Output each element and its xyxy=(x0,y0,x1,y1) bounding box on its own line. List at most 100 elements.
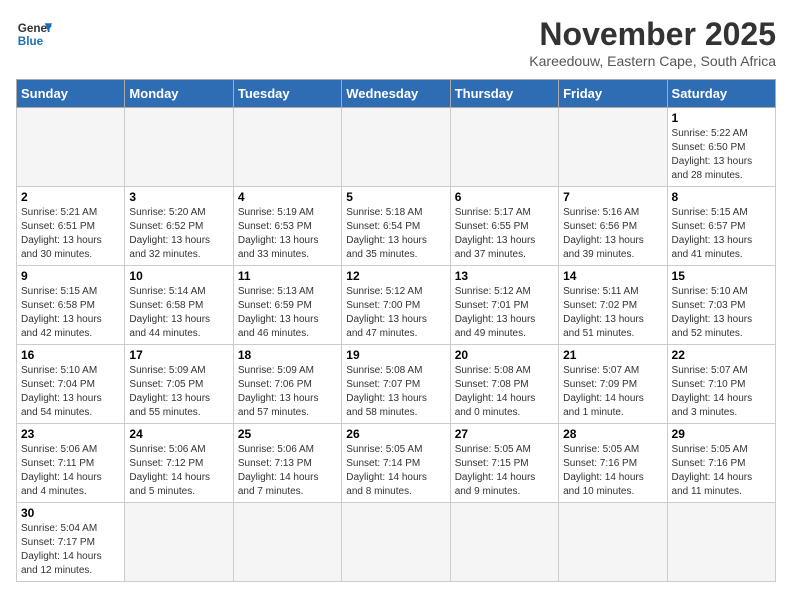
table-row: 8Sunrise: 5:15 AM Sunset: 6:57 PM Daylig… xyxy=(667,187,775,266)
table-row: 11 Sunrise: 5:13 AM Sunset: 6:59 PM Dayli… xyxy=(233,266,341,345)
day-number: 15 xyxy=(672,269,771,283)
logo-icon: General Blue xyxy=(16,16,52,52)
table-row: 22 Sunrise: 5:07 AM Sunset: 7:10 PM Dayli… xyxy=(667,345,775,424)
day-info: Sunrise: 5:08 AM Sunset: 7:08 PM Dayligh… xyxy=(455,364,554,420)
day-info: Sunrise: 5:05 AM Sunset: 7:16 PM Dayligh… xyxy=(672,443,771,499)
table-row xyxy=(559,503,667,582)
table-row: 3Sunrise: 5:20 AM Sunset: 6:52 PM Daylig… xyxy=(125,187,233,266)
day-info: Sunrise: 5:11 AM Sunset: 7:02 PM Dayligh… xyxy=(563,285,662,341)
day-info: Sunrise: 5:19 AM Sunset: 6:53 PM Dayligh… xyxy=(238,206,337,262)
day-info: Sunrise: 5:09 AM Sunset: 7:05 PM Dayligh… xyxy=(129,364,228,420)
day-number: 21 xyxy=(563,348,662,362)
day-info: Sunrise: 5:06 AM Sunset: 7:12 PM Dayligh… xyxy=(129,443,228,499)
table-row xyxy=(667,503,775,582)
day-info: Sunrise: 5:09 AM Sunset: 7:06 PM Dayligh… xyxy=(238,364,337,420)
day-info: Sunrise: 5:05 AM Sunset: 7:16 PM Dayligh… xyxy=(563,443,662,499)
day-info: Sunrise: 5:22 AM Sunset: 6:50 PM Dayligh… xyxy=(672,127,771,183)
day-number: 17 xyxy=(129,348,228,362)
table-row: 25 Sunrise: 5:06 AM Sunset: 7:13 PM Dayli… xyxy=(233,424,341,503)
table-row: 13 Sunrise: 5:12 AM Sunset: 7:01 PM Dayli… xyxy=(450,266,558,345)
day-number: 12 xyxy=(346,269,445,283)
day-info: Sunrise: 5:15 AM Sunset: 6:58 PM Dayligh… xyxy=(21,285,120,341)
day-info: Sunrise: 5:16 AM Sunset: 6:56 PM Dayligh… xyxy=(563,206,662,262)
calendar-row: 23 Sunrise: 5:06 AM Sunset: 7:11 PM Dayli… xyxy=(17,424,776,503)
day-number: 2 xyxy=(21,190,120,204)
header-wednesday: Wednesday xyxy=(342,80,450,108)
day-info: Sunrise: 5:10 AM Sunset: 7:04 PM Dayligh… xyxy=(21,364,120,420)
table-row: 6Sunrise: 5:17 AM Sunset: 6:55 PM Daylig… xyxy=(450,187,558,266)
day-number: 14 xyxy=(563,269,662,283)
table-row: 30 Sunrise: 5:04 AM Sunset: 7:17 PM Dayli… xyxy=(17,503,125,582)
day-info: Sunrise: 5:20 AM Sunset: 6:52 PM Dayligh… xyxy=(129,206,228,262)
day-number: 28 xyxy=(563,427,662,441)
day-number: 27 xyxy=(455,427,554,441)
table-row: 5 Sunrise: 5:18 AM Sunset: 6:54 PM Daylig… xyxy=(342,187,450,266)
header: General Blue November 2025 Kareedouw, Ea… xyxy=(16,16,776,69)
table-row xyxy=(17,108,125,187)
table-row: 28 Sunrise: 5:05 AM Sunset: 7:16 PM Dayli… xyxy=(559,424,667,503)
day-info: Sunrise: 5:07 AM Sunset: 7:10 PM Dayligh… xyxy=(672,364,771,420)
day-info: Sunrise: 5:05 AM Sunset: 7:14 PM Dayligh… xyxy=(346,443,445,499)
table-row: 15 Sunrise: 5:10 AM Sunset: 7:03 PM Dayli… xyxy=(667,266,775,345)
day-info: Sunrise: 5:06 AM Sunset: 7:13 PM Dayligh… xyxy=(238,443,337,499)
table-row: 29Sunrise: 5:05 AM Sunset: 7:16 PM Dayli… xyxy=(667,424,775,503)
table-row xyxy=(559,108,667,187)
day-info: Sunrise: 5:04 AM Sunset: 7:17 PM Dayligh… xyxy=(21,522,120,578)
day-number: 8 xyxy=(672,190,771,204)
day-number: 16 xyxy=(21,348,120,362)
table-row xyxy=(342,503,450,582)
table-row: 10Sunrise: 5:14 AM Sunset: 6:58 PM Dayli… xyxy=(125,266,233,345)
table-row: 7 Sunrise: 5:16 AM Sunset: 6:56 PM Daylig… xyxy=(559,187,667,266)
table-row: 24 Sunrise: 5:06 AM Sunset: 7:12 PM Dayli… xyxy=(125,424,233,503)
table-row xyxy=(450,108,558,187)
table-row: 21 Sunrise: 5:07 AM Sunset: 7:09 PM Dayli… xyxy=(559,345,667,424)
day-info: Sunrise: 5:18 AM Sunset: 6:54 PM Dayligh… xyxy=(346,206,445,262)
day-number: 11 xyxy=(238,269,337,283)
day-number: 1 xyxy=(672,111,771,125)
day-number: 23 xyxy=(21,427,120,441)
table-row xyxy=(125,503,233,582)
day-number: 25 xyxy=(238,427,337,441)
table-row: 26 Sunrise: 5:05 AM Sunset: 7:14 PM Dayli… xyxy=(342,424,450,503)
table-row: 18Sunrise: 5:09 AM Sunset: 7:06 PM Dayli… xyxy=(233,345,341,424)
day-info: Sunrise: 5:21 AM Sunset: 6:51 PM Dayligh… xyxy=(21,206,120,262)
day-number: 24 xyxy=(129,427,228,441)
day-number: 6 xyxy=(455,190,554,204)
day-number: 26 xyxy=(346,427,445,441)
calendar-row: 2 Sunrise: 5:21 AM Sunset: 6:51 PM Daylig… xyxy=(17,187,776,266)
table-row xyxy=(342,108,450,187)
header-friday: Friday xyxy=(559,80,667,108)
table-row xyxy=(233,108,341,187)
day-info: Sunrise: 5:12 AM Sunset: 7:01 PM Dayligh… xyxy=(455,285,554,341)
calendar-table: Sunday Monday Tuesday Wednesday Thursday… xyxy=(16,79,776,582)
day-info: Sunrise: 5:12 AM Sunset: 7:00 PM Dayligh… xyxy=(346,285,445,341)
header-thursday: Thursday xyxy=(450,80,558,108)
table-row: 12 Sunrise: 5:12 AM Sunset: 7:00 PM Dayli… xyxy=(342,266,450,345)
day-number: 4 xyxy=(238,190,337,204)
day-number: 7 xyxy=(563,190,662,204)
svg-text:Blue: Blue xyxy=(18,35,44,48)
day-info: Sunrise: 5:14 AM Sunset: 6:58 PM Dayligh… xyxy=(129,285,228,341)
day-info: Sunrise: 5:13 AM Sunset: 6:59 PM Dayligh… xyxy=(238,285,337,341)
day-number: 13 xyxy=(455,269,554,283)
day-number: 22 xyxy=(672,348,771,362)
table-row: 20Sunrise: 5:08 AM Sunset: 7:08 PM Dayli… xyxy=(450,345,558,424)
month-title: November 2025 xyxy=(529,16,776,53)
table-row xyxy=(450,503,558,582)
day-info: Sunrise: 5:05 AM Sunset: 7:15 PM Dayligh… xyxy=(455,443,554,499)
location-subtitle: Kareedouw, Eastern Cape, South Africa xyxy=(529,53,776,69)
day-number: 5 xyxy=(346,190,445,204)
day-number: 30 xyxy=(21,506,120,520)
day-info: Sunrise: 5:10 AM Sunset: 7:03 PM Dayligh… xyxy=(672,285,771,341)
header-monday: Monday xyxy=(125,80,233,108)
day-number: 9 xyxy=(21,269,120,283)
day-info: Sunrise: 5:07 AM Sunset: 7:09 PM Dayligh… xyxy=(563,364,662,420)
day-info: Sunrise: 5:06 AM Sunset: 7:11 PM Dayligh… xyxy=(21,443,120,499)
header-saturday: Saturday xyxy=(667,80,775,108)
header-sunday: Sunday xyxy=(17,80,125,108)
calendar-row: 1 Sunrise: 5:22 AM Sunset: 6:50 PM Daylig… xyxy=(17,108,776,187)
table-row xyxy=(233,503,341,582)
weekday-header-row: Sunday Monday Tuesday Wednesday Thursday… xyxy=(17,80,776,108)
header-tuesday: Tuesday xyxy=(233,80,341,108)
table-row: 19Sunrise: 5:08 AM Sunset: 7:07 PM Dayli… xyxy=(342,345,450,424)
